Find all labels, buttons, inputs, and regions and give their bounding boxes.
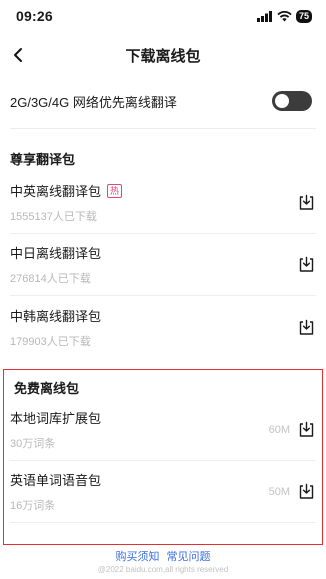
package-text: 本地词库扩展包 30万词条: [10, 408, 101, 451]
network-priority-switch[interactable]: [272, 91, 312, 111]
package-text: 英语单词语音包 16万词条: [10, 470, 101, 513]
package-right: 50M: [269, 482, 316, 502]
battery-icon: 75: [295, 9, 312, 23]
package-item-zh-ja[interactable]: 中日离线翻译包 276814人已下载: [10, 234, 316, 296]
package-item-lexicon[interactable]: 本地词库扩展包 30万词条 60M: [10, 399, 316, 461]
package-name: 中日离线翻译包: [10, 246, 102, 261]
download-icon: [299, 194, 313, 210]
download-button[interactable]: [296, 255, 316, 275]
word-count: 16万词条: [10, 500, 56, 512]
package-name: 中韩离线翻译包: [10, 308, 102, 324]
wifi-icon: [277, 10, 292, 21]
nav-bar: 下载离线包: [0, 32, 326, 78]
word-count: 30万词条: [10, 438, 56, 450]
download-count: 179903人已下载: [10, 335, 91, 348]
network-priority-label: 2G/3G/4G 网络优先离线翻译: [10, 94, 177, 110]
footer-links: 购买须知 常见问题: [0, 548, 326, 564]
download-count: 276814人已下载: [10, 273, 91, 285]
status-bar: 09:26 75: [0, 0, 326, 32]
free-section-title: 免费离线包: [14, 381, 80, 396]
package-name: 中英离线翻译包: [10, 184, 102, 199]
download-icon: [299, 483, 313, 499]
download-button[interactable]: [296, 193, 316, 213]
copyright-text: @2022 baidu.com,all rights reserved: [97, 565, 229, 574]
package-item-zh-en[interactable]: 中英离线翻译包 热 1555137人已下载: [10, 172, 316, 234]
switch-knob: [275, 94, 289, 108]
download-count: 1555137人已下载: [10, 211, 97, 223]
package-item-voice[interactable]: 英语单词语音包 16万词条 50M: [10, 461, 316, 523]
download-button[interactable]: [296, 420, 316, 440]
back-button[interactable]: [6, 43, 30, 67]
package-text: 中韩离线翻译包 179903人已下载: [10, 306, 101, 349]
network-priority-row: 2G/3G/4G 网络优先离线翻译: [0, 78, 326, 124]
package-name-row: 中英离线翻译包 热: [10, 181, 123, 200]
download-icon: [299, 319, 313, 335]
download-icon: [299, 256, 313, 272]
package-text: 中日离线翻译包 276814人已下载: [10, 243, 101, 286]
package-item-zh-ko[interactable]: 中韩离线翻译包 179903人已下载: [10, 296, 316, 358]
package-size: 60M: [268, 423, 290, 436]
purchase-notice-link[interactable]: 购买须知: [115, 551, 159, 563]
status-icons: 75: [256, 9, 312, 23]
free-packages-section: 免费离线包 本地词库扩展包 30万词条 60M 英语单词语音包 16万词条 50…: [3, 369, 323, 545]
premium-section-title: 尊享翻译包: [10, 152, 76, 167]
download-icon: [299, 421, 313, 437]
faq-link[interactable]: 常见问题: [167, 551, 211, 563]
status-time: 09:26: [16, 8, 53, 24]
chevron-left-icon: [14, 48, 22, 62]
page-title: 下载离线包: [125, 47, 201, 65]
hot-badge: 热: [107, 183, 123, 198]
package-size: 50M: [268, 485, 290, 498]
signal-icon: [256, 10, 272, 22]
package-name: 英语单词语音包: [10, 473, 102, 488]
download-button[interactable]: [296, 317, 316, 337]
package-text: 中英离线翻译包 热 1555137人已下载: [10, 181, 123, 224]
package-right: 60M: [269, 420, 316, 440]
download-button[interactable]: [296, 482, 316, 502]
package-name: 本地词库扩展包: [10, 411, 102, 426]
